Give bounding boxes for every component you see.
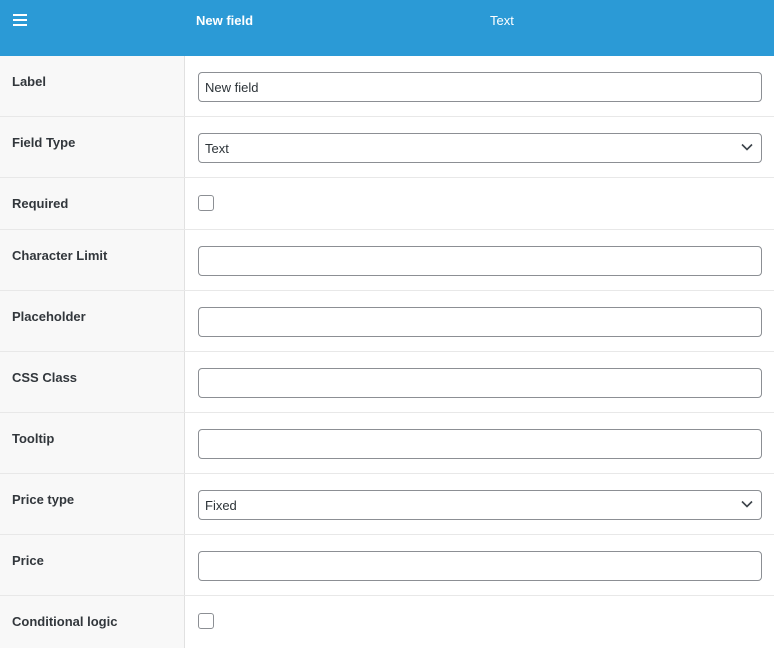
row-placeholder: Placeholder <box>0 291 774 352</box>
row-price-type: Price type Fixed <box>0 474 774 535</box>
field-type-label: Text <box>490 13 514 28</box>
row-character-limit: Character Limit <box>0 230 774 291</box>
conditional-logic-checkbox[interactable] <box>198 613 214 629</box>
row-label-text: Price <box>12 553 44 568</box>
character-limit-input[interactable] <box>198 246 762 276</box>
hamburger-menu-icon[interactable] <box>13 14 27 26</box>
row-conditional-logic: Conditional logic <box>0 596 774 648</box>
required-checkbox[interactable] <box>198 195 214 211</box>
price-input[interactable] <box>198 551 762 581</box>
row-label-text: Conditional logic <box>12 614 118 629</box>
chevron-down-icon <box>741 143 753 151</box>
placeholder-input[interactable] <box>198 307 762 337</box>
row-label-text: Required <box>12 196 69 211</box>
row-label-text: Character Limit <box>12 248 108 263</box>
row-label-text: Field Type <box>12 135 76 150</box>
row-label-text: Placeholder <box>12 309 86 324</box>
row-label-text: CSS Class <box>12 370 78 385</box>
header-bar: New field Text <box>0 0 774 56</box>
field-settings-form: Label Field Type Text Required Character… <box>0 56 774 648</box>
select-value: Fixed <box>205 498 237 513</box>
tooltip-input[interactable] <box>198 429 762 459</box>
row-label-text: Label <box>12 74 46 89</box>
field-title: New field <box>196 13 254 28</box>
label-input[interactable] <box>198 72 762 102</box>
row-label-text: Price type <box>12 492 75 507</box>
row-label: Label <box>0 56 774 117</box>
css-class-input[interactable] <box>198 368 762 398</box>
row-required: Required <box>0 178 774 230</box>
row-css-class: CSS Class <box>0 352 774 413</box>
row-tooltip: Tooltip <box>0 413 774 474</box>
row-field-type: Field Type Text <box>0 117 774 178</box>
chevron-down-icon <box>741 500 753 508</box>
row-label-text: Tooltip <box>12 431 55 446</box>
row-price: Price <box>0 535 774 596</box>
price-type-select[interactable]: Fixed <box>198 490 762 520</box>
field-type-select[interactable]: Text <box>198 133 762 163</box>
select-value: Text <box>205 141 229 156</box>
